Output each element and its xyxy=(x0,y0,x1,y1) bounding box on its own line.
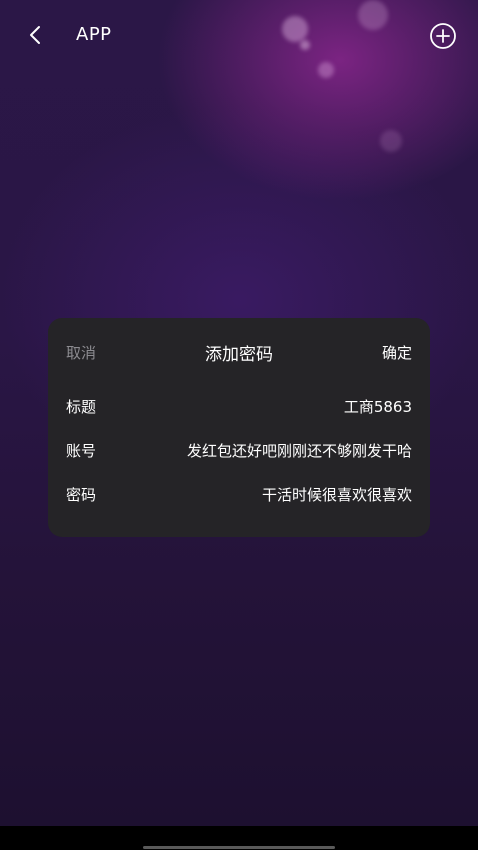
top-bar: APP xyxy=(0,0,478,72)
title-label: 标题 xyxy=(66,398,97,416)
password-field-row[interactable]: 密码 干活时候很喜欢很喜欢 xyxy=(48,484,430,508)
app-screen: APP 添加密码 取消 确定 标题 工商5863 账号 发红包还好吧刚刚还不够刚… xyxy=(0,0,478,826)
home-indicator[interactable] xyxy=(143,846,335,849)
dialog-title: 添加密码 xyxy=(205,345,273,365)
back-icon[interactable] xyxy=(22,22,48,48)
page-title: APP xyxy=(76,24,112,45)
dialog-header: 添加密码 取消 确定 xyxy=(48,340,430,365)
title-value[interactable]: 工商5863 xyxy=(344,396,412,417)
add-password-dialog: 添加密码 取消 确定 标题 工商5863 账号 发红包还好吧刚刚还不够刚发干哈 … xyxy=(48,318,430,537)
password-label: 密码 xyxy=(66,486,97,504)
cancel-button[interactable]: 取消 xyxy=(66,342,96,363)
account-field-row[interactable]: 账号 发红包还好吧刚刚还不够刚发干哈 xyxy=(48,440,430,464)
account-value[interactable]: 发红包还好吧刚刚还不够刚发干哈 xyxy=(187,440,412,461)
bokeh-light xyxy=(380,130,402,152)
title-field-row[interactable]: 标题 工商5863 xyxy=(48,396,430,420)
add-button[interactable] xyxy=(429,22,457,50)
chevron-left-icon xyxy=(30,26,40,44)
account-label: 账号 xyxy=(66,442,97,460)
password-value[interactable]: 干活时候很喜欢很喜欢 xyxy=(262,484,412,505)
confirm-button[interactable]: 确定 xyxy=(382,342,412,363)
system-navigation-bar xyxy=(0,826,478,850)
plus-circle-icon xyxy=(430,23,456,49)
